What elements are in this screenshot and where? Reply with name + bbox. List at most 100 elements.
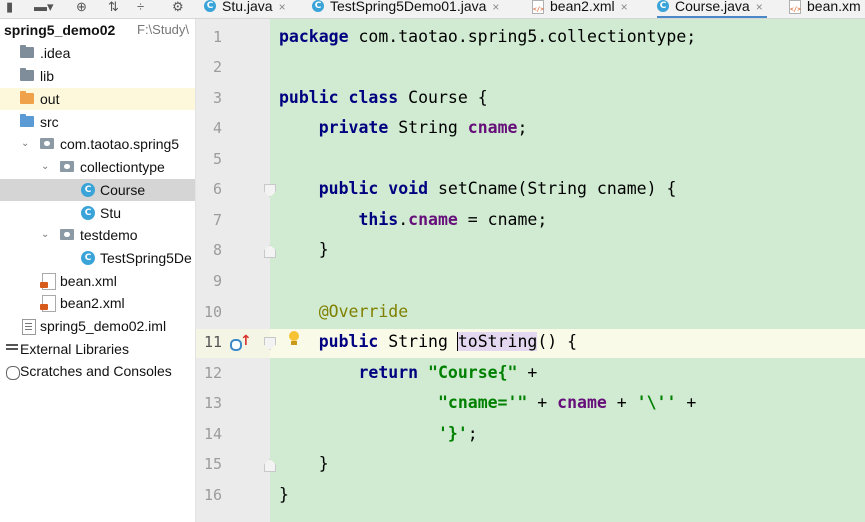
line-number: 1 (212, 28, 222, 46)
tab-bean2-xml[interactable]: bean2.xml × (532, 0, 628, 18)
close-icon[interactable]: × (279, 0, 286, 14)
code-line: } (279, 480, 289, 510)
code-line: package com.taotao.spring5.collectiontyp… (279, 22, 696, 52)
tab-course-java[interactable]: C Course.java × (657, 0, 767, 18)
project-name: spring5_demo02 (4, 22, 116, 38)
class-icon: C (81, 251, 95, 265)
code-text: + (527, 393, 558, 412)
keyword: public class (279, 88, 399, 107)
code-text: } (279, 454, 329, 473)
line-number: 14 (203, 425, 222, 443)
scratches-icon (6, 366, 20, 380)
override-method-icon[interactable]: ↑ (230, 334, 252, 351)
settings-icon[interactable]: ⚙ (172, 0, 184, 18)
highlighted-method-name: toString (456, 332, 538, 351)
tree-row-stu[interactable]: C Stu (0, 202, 195, 224)
code-line-current: public String toString() { (279, 327, 577, 357)
tree-row-collectiontype[interactable]: ⌄ collectiontype (0, 156, 195, 178)
keyword: public void (318, 179, 429, 198)
tree-row-project-root[interactable]: spring5_demo02 F:\Study\ (0, 19, 195, 41)
tree-row-iml[interactable]: spring5_demo02.iml (0, 315, 195, 337)
code-text: } (279, 485, 289, 504)
package-icon (60, 161, 74, 172)
code-line: return "Course{" + (279, 358, 537, 388)
tree-row-out[interactable]: out (0, 88, 195, 110)
tree-row-lib[interactable]: lib (0, 65, 195, 87)
tree-item-label: out (40, 91, 60, 107)
code-text: + (606, 393, 637, 412)
collapse-all-icon[interactable]: ⇅ (108, 0, 119, 18)
expand-icon[interactable]: ÷ (137, 0, 144, 18)
chevron-down-icon[interactable]: ⌄ (41, 156, 49, 178)
close-icon[interactable]: × (621, 0, 628, 14)
line-number: 4 (212, 119, 222, 137)
field-name: cname (408, 210, 458, 229)
code-text: } (279, 240, 329, 259)
code-line: '}'; (279, 419, 478, 449)
tree-item-label: lib (40, 68, 55, 84)
tab-bean-xml[interactable]: bean.xm (789, 0, 861, 18)
tree-row-package-spring5[interactable]: ⌄ com.taotao.spring5 (0, 133, 195, 155)
tree-row-external-libraries[interactable]: External Libraries (0, 338, 195, 360)
code-line: @Override (279, 297, 408, 327)
code-line: "cname='" + cname + '\'' + (279, 388, 696, 418)
char-literal: '}' (437, 424, 468, 443)
tab-stu-java[interactable]: C Stu.java × (204, 0, 286, 18)
code-line: public class Course { (279, 83, 488, 113)
close-icon[interactable]: × (756, 0, 763, 14)
class-icon: C (312, 0, 324, 12)
tree-row-testdemo[interactable]: ⌄ testdemo (0, 224, 195, 246)
package-icon (40, 138, 54, 149)
tree-item-label: bean.xml (60, 273, 117, 289)
chevron-down-icon[interactable]: ⌄ (21, 133, 29, 155)
dropdown-icon[interactable]: ▬▾ (34, 0, 54, 18)
tree-item-label: Scratches and Consoles (20, 363, 172, 379)
line-number: 11 (203, 333, 222, 351)
char-literal: '\'' (636, 393, 677, 412)
code-text: String (388, 118, 468, 137)
package-icon (60, 229, 74, 240)
tree-item-label: bean2.xml (60, 295, 125, 311)
editor-tabs: C Stu.java × C TestSpring5Demo01.java × bean… (195, 0, 865, 19)
line-number: 5 (212, 150, 222, 168)
crosshair-icon[interactable]: ⊕ (76, 0, 87, 18)
tree-row-src[interactable]: src (0, 111, 195, 133)
excluded-folder-icon (20, 91, 34, 104)
code-line: private String cname; (279, 113, 528, 143)
class-icon: C (204, 0, 216, 12)
tree-item-label: External Libraries (20, 341, 129, 357)
code-text: = cname; (457, 210, 548, 229)
tree-row-course[interactable]: C Course (0, 179, 195, 201)
tree-row-scratches[interactable]: Scratches and Consoles (0, 360, 195, 382)
panel-icon[interactable]: ▮ (6, 0, 13, 18)
folder-icon (20, 45, 34, 58)
tab-label: Stu.java (222, 0, 273, 14)
xml-file-icon (40, 273, 56, 290)
close-icon[interactable]: × (492, 0, 499, 14)
annotation: @Override (318, 302, 409, 321)
code-text: com.taotao.spring5.collectiontype; (348, 27, 697, 46)
xml-file-icon (789, 0, 801, 16)
code-text: setCname(String cname) { (428, 179, 677, 198)
libraries-icon (6, 344, 18, 354)
code-line: this.cname = cname; (279, 205, 547, 235)
tree-row-idea[interactable]: .idea (0, 42, 195, 64)
tree-item-label: com.taotao.spring5 (60, 136, 180, 152)
tree-row-bean2-xml[interactable]: bean2.xml (0, 292, 195, 314)
tree-row-bean-xml[interactable]: bean.xml (0, 270, 195, 292)
tree-item-label: Course (100, 182, 146, 198)
tab-testspring5demo01-java[interactable]: C TestSpring5Demo01.java × (312, 0, 499, 18)
code-text: () { (537, 332, 578, 351)
code-text: ; (517, 118, 528, 137)
chevron-down-icon[interactable]: ⌄ (41, 224, 49, 246)
code-text: + (676, 393, 697, 412)
field-name: cname (467, 118, 518, 137)
keyword: package (279, 27, 349, 46)
xml-file-icon (532, 0, 544, 16)
tree-item-label: Stu (100, 205, 122, 221)
tree-row-testspring5demo[interactable]: C TestSpring5De (0, 247, 195, 269)
